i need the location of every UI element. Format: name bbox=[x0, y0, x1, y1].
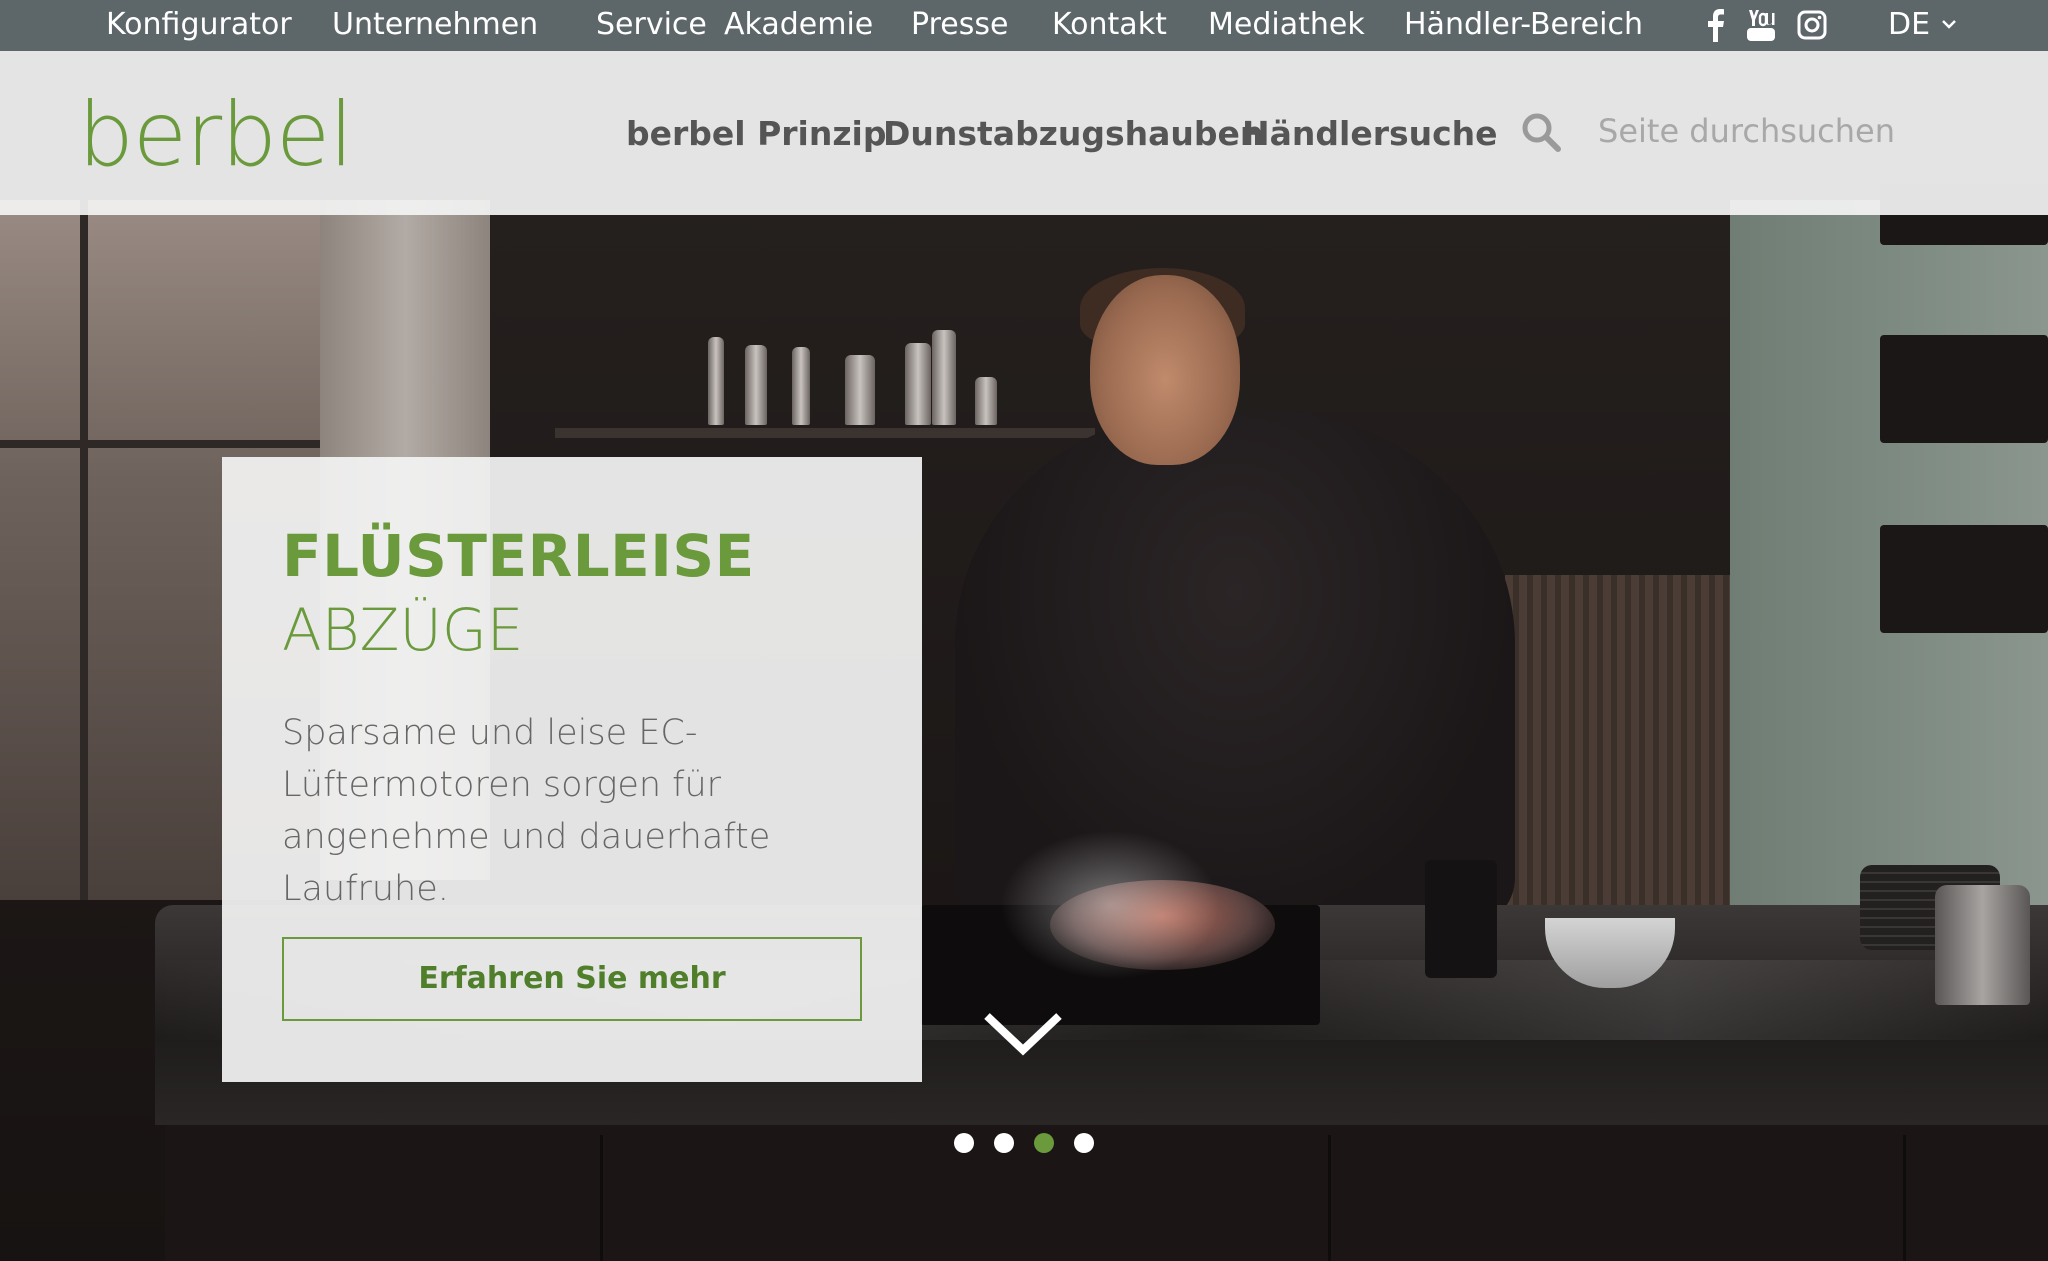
bottle bbox=[975, 377, 997, 425]
slide-description: Sparsame und leise EC- Lüftermotoren sor… bbox=[282, 707, 782, 915]
topbar-link-kontakt[interactable]: Kontakt bbox=[1052, 0, 1167, 51]
kettle bbox=[1935, 885, 2030, 1005]
nav-haendlersuche[interactable]: Händlersuche bbox=[1242, 109, 1498, 159]
chevron-down-icon[interactable] bbox=[1940, 16, 1958, 32]
counter-front bbox=[165, 1125, 2048, 1261]
wood-cabinet bbox=[1505, 575, 1730, 905]
slide-card: FLÜSTERLEISE ABZÜGE Sparsame und leise E… bbox=[222, 457, 922, 1082]
search-input[interactable] bbox=[1598, 106, 1898, 156]
topbar-link-presse[interactable]: Presse bbox=[911, 0, 1008, 51]
topbar-link-unternehmen[interactable]: Unternehmen bbox=[332, 0, 538, 51]
search-icon[interactable] bbox=[1520, 111, 1562, 153]
slide-text-line: Sparsame und leise EC- bbox=[282, 713, 698, 753]
slide-subtitle: ABZÜGE bbox=[282, 596, 524, 664]
slider-dot[interactable] bbox=[1074, 1133, 1094, 1153]
cabinet-seam bbox=[1328, 1135, 1331, 1261]
steam bbox=[1000, 830, 1220, 980]
bottle bbox=[905, 343, 931, 425]
facebook-icon[interactable] bbox=[1700, 8, 1732, 42]
youtube-icon[interactable] bbox=[1745, 8, 1777, 42]
wall-shelf bbox=[1880, 335, 2048, 443]
window-frame bbox=[0, 440, 330, 448]
top-utility-bar: Konfigurator Unternehmen Service Akademi… bbox=[0, 0, 2048, 51]
slide-title: FLÜSTERLEISE bbox=[282, 522, 755, 590]
bottle bbox=[845, 355, 875, 425]
person-head bbox=[1090, 275, 1240, 465]
main-header: berbel berbel Prinzip Dunstabzugshauben … bbox=[0, 51, 2048, 215]
topbar-link-haendler-bereich[interactable]: Händler-Bereich bbox=[1404, 0, 1643, 51]
topbar-link-mediathek[interactable]: Mediathek bbox=[1208, 0, 1365, 51]
topbar-link-service[interactable]: Service bbox=[596, 0, 707, 51]
window-frame bbox=[80, 200, 88, 900]
shelf bbox=[555, 428, 1095, 438]
nav-dunstabzugshauben[interactable]: Dunstabzugshauben bbox=[883, 109, 1263, 159]
wall-shelf bbox=[1880, 525, 2048, 633]
learn-more-button[interactable]: Erfahren Sie mehr bbox=[282, 937, 862, 1021]
instagram-icon[interactable] bbox=[1796, 8, 1828, 42]
bottle bbox=[792, 347, 810, 425]
bottle bbox=[745, 345, 767, 425]
bottle bbox=[708, 337, 724, 425]
slider-dot[interactable] bbox=[994, 1133, 1014, 1153]
slide-text-line: angenehme und dauerhafte bbox=[282, 817, 771, 857]
berbel-logo[interactable]: berbel bbox=[78, 91, 354, 179]
scroll-down-chevron-icon[interactable] bbox=[981, 1010, 1065, 1058]
cabinet-seam bbox=[1903, 1135, 1906, 1261]
topbar-link-akademie[interactable]: Akademie bbox=[724, 0, 873, 51]
slider-dot[interactable] bbox=[954, 1133, 974, 1153]
cabinet-seam bbox=[600, 1135, 603, 1261]
slide-text-line: Lüftermotoren sorgen für bbox=[282, 765, 722, 805]
language-selector[interactable]: DE bbox=[1888, 0, 1930, 51]
nav-berbel-prinzip[interactable]: berbel Prinzip bbox=[626, 109, 887, 159]
slider-dot-active[interactable] bbox=[1034, 1133, 1054, 1153]
bottle bbox=[932, 330, 956, 425]
oil-can bbox=[1425, 860, 1497, 978]
topbar-link-konfigurator[interactable]: Konfigurator bbox=[106, 0, 292, 51]
slide-text-line: Laufruhe. bbox=[282, 869, 449, 909]
